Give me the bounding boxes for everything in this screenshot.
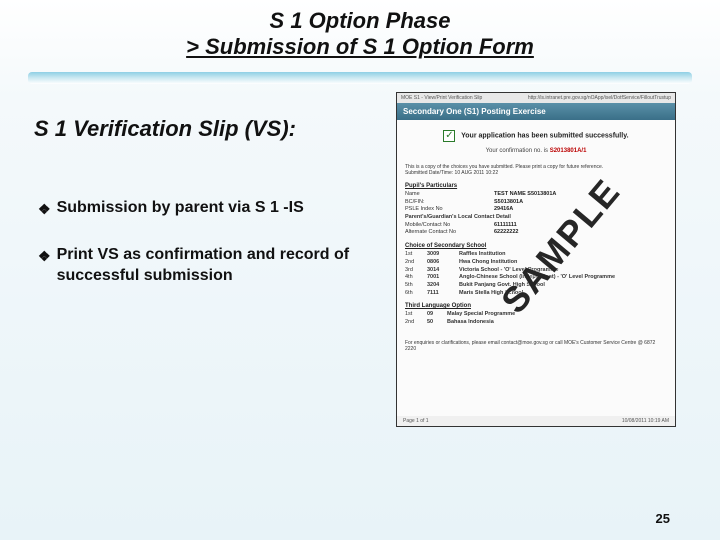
divider-band (28, 72, 692, 84)
ss-confirm-prefix: Your confirmation no. is (486, 148, 548, 154)
checkmark-icon: ✓ (443, 130, 455, 142)
bullet-text: Submission by parent via S 1 -IS (57, 198, 304, 219)
ord: 2nd (405, 319, 421, 327)
page-number: 25 (656, 511, 670, 526)
code: 0806 (427, 259, 453, 267)
ss-note-line2: Submitted Date/Time: 10 AUG 2011 10:22 (405, 170, 667, 176)
title-line-2: > Submission of S 1 Option Form (40, 34, 680, 60)
ss-choices-title: Choice of Secondary School (405, 243, 667, 249)
ord: 2nd (405, 259, 421, 267)
school: Maris Stella High School (459, 290, 667, 298)
code: 50 (427, 319, 441, 327)
ss-confirmation: ✓ Your application has been submitted su… (397, 120, 675, 160)
ord: 5th (405, 282, 421, 290)
ss-footer-left: Page 1 of 1 (403, 418, 429, 424)
ss-footer: Page 1 of 1 10/08/2011 10:19 AM (397, 416, 675, 426)
lbl: BC/FIN: (405, 199, 490, 207)
ss-banner: Secondary One (S1) Posting Exercise (397, 103, 675, 120)
val: 61111111 (494, 222, 667, 230)
ss-confirm-text: Your application has been submitted succ… (461, 133, 628, 140)
ss-choices-section: Choice of Secondary School 1st 3009 Raffle… (397, 240, 675, 300)
diamond-icon: ❖ (38, 245, 51, 287)
school: Bukit Panjang Govt. High School (459, 282, 667, 290)
ss-pupil-title: Pupil's Particulars (405, 183, 667, 189)
lang: Bahasa Indonesia (447, 319, 667, 327)
bullet-item: ❖ Print VS as confirmation and record of… (38, 245, 358, 287)
school: Anglo-Chinese School (Independent) - 'O'… (459, 274, 667, 282)
val: 62222222 (494, 229, 667, 237)
lbl: PSLE Index No (405, 206, 490, 214)
ss-topbar-title: MOE S1 - View/Print Verification Slip (401, 95, 482, 101)
code: 3009 (427, 251, 453, 259)
ss-confirm-sub: Your confirmation no. is S2013801A/1 (405, 148, 667, 154)
school: Raffles Institution (459, 251, 667, 259)
ss-topbar-url: http://is.intranet.pre.gov.sg/nOApp/isel… (528, 95, 671, 101)
lbl: Parent's/Guardian's Local Contact Detail (405, 214, 565, 222)
lbl: Name (405, 191, 490, 199)
val: 29416A (494, 206, 667, 214)
ss-enquiry: For enquiries or clarifications, please … (397, 336, 675, 356)
subtitle: S 1 Verification Slip (VS): (34, 115, 296, 144)
school: Hwa Chong Institution (459, 259, 667, 267)
title-area: S 1 Option Phase > Submission of S 1 Opt… (0, 0, 720, 66)
ord: 3rd (405, 267, 421, 275)
school: Victoria School - 'O' Level Programme (459, 267, 667, 275)
ss-confirm-number: S2013801A/1 (550, 148, 587, 154)
ss-pupil-section: Pupil's Particulars Name TEST NAME S50138… (397, 180, 675, 240)
slide: S 1 Option Phase > Submission of S 1 Opt… (0, 0, 720, 540)
code: 7001 (427, 274, 453, 282)
ord: 6th (405, 290, 421, 298)
lbl: Alternate Contact No (405, 229, 490, 237)
verification-slip-screenshot: MOE S1 - View/Print Verification Slip ht… (396, 92, 676, 427)
ord: 4th (405, 274, 421, 282)
bullet-list: ❖ Submission by parent via S 1 -IS ❖ Pri… (38, 198, 358, 312)
ord: 1st (405, 311, 421, 319)
ord: 1st (405, 251, 421, 259)
ss-tlp-section: Third Language Option 1st 09 Malay Special… (397, 300, 675, 329)
diamond-icon: ❖ (38, 198, 51, 219)
code: 3204 (427, 282, 453, 290)
ss-topbar: MOE S1 - View/Print Verification Slip ht… (397, 93, 675, 103)
lang: Malay Special Programme (447, 311, 667, 319)
code: 7111 (427, 290, 453, 298)
bullet-item: ❖ Submission by parent via S 1 -IS (38, 198, 358, 219)
ss-footer-right: 10/08/2011 10:19 AM (622, 418, 669, 424)
ss-note: This is a copy of the choices you have s… (397, 160, 675, 180)
code: 3014 (427, 267, 453, 275)
lbl: Mobile/Contact No (405, 222, 490, 230)
bullet-text: Print VS as confirmation and record of s… (57, 245, 358, 287)
title-line-1: S 1 Option Phase (40, 8, 680, 34)
ss-tlp-title: Third Language Option (405, 303, 667, 309)
val: TEST NAME S5013801A (494, 191, 667, 199)
code: 09 (427, 311, 441, 319)
val: S5013801A (494, 199, 667, 207)
